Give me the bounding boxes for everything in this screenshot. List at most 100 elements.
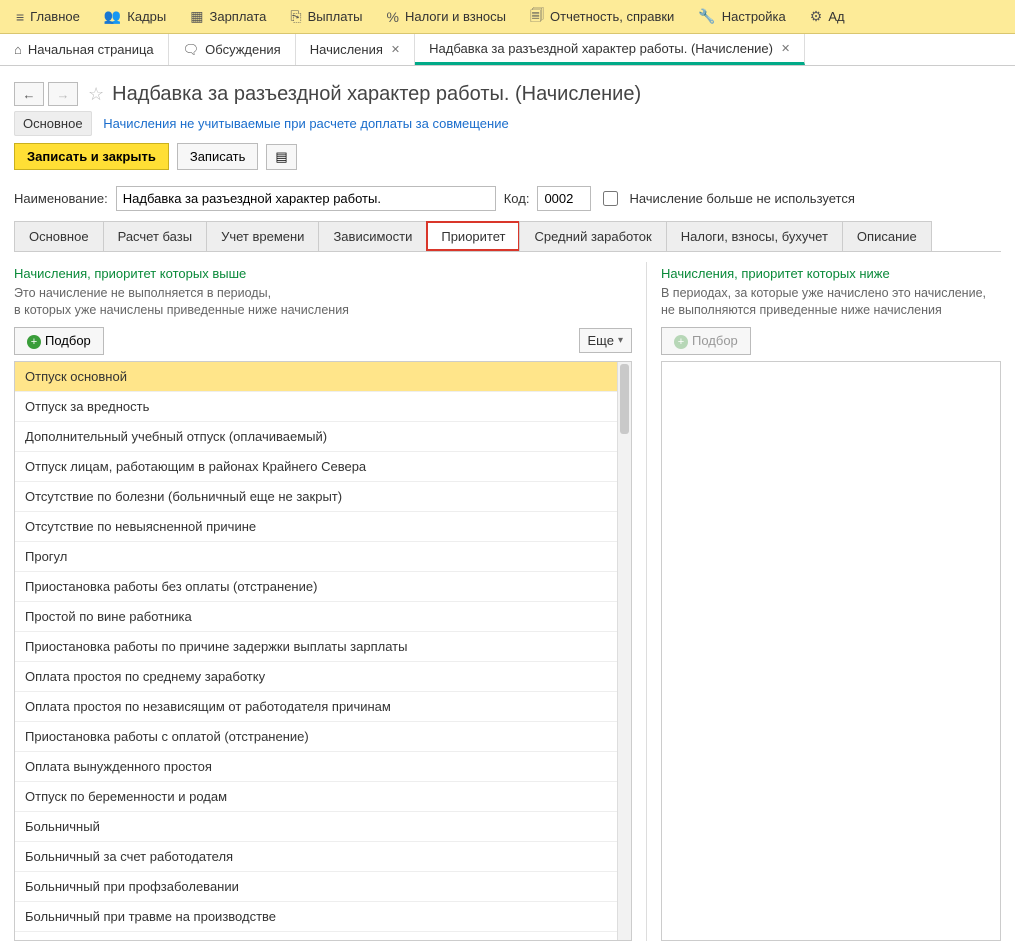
plus-icon: + (27, 335, 41, 349)
main-menu: ≡ Главное 👥Кадры ▦ Зарплата ⎘ Выплаты % Нало… (0, 0, 1015, 34)
itab-vremya[interactable]: Учет времени (206, 221, 319, 251)
itab-raschet[interactable]: Расчет базы (103, 221, 208, 251)
close-icon[interactable]: ✕ (391, 43, 400, 56)
sub-nav: Основное Начисления не учитываемые при р… (14, 116, 1001, 131)
tab-accruals[interactable]: Начисления✕ (296, 34, 415, 65)
more-button[interactable]: Еще▾ (579, 328, 632, 353)
menu-label: Ад (828, 9, 844, 24)
menu-label: Зарплата (209, 9, 266, 24)
lower-list (661, 361, 1001, 941)
lower-priority-panel: Начисления, приоритет которых ниже В пер… (661, 262, 1001, 941)
priority-columns: Начисления, приоритет которых выше Это н… (14, 262, 1001, 941)
pick-button-disabled[interactable]: +Подбор (661, 327, 751, 355)
list-item[interactable]: Отпуск основной (15, 362, 617, 392)
save-close-button[interactable]: Записать и закрыть (14, 143, 169, 170)
list-item[interactable]: Больничный за счет работодателя (15, 842, 617, 872)
command-bar: Записать и закрыть Записать ▤ (14, 143, 1001, 170)
menu-kadry[interactable]: 👥Кадры (92, 0, 178, 34)
menu-admin[interactable]: ⚙ Ад (798, 0, 857, 34)
report-icon: 🗐 (530, 5, 544, 29)
report-button[interactable]: ▤ (266, 144, 296, 170)
list-item[interactable]: Отсутствие по невыясненной причине (15, 512, 617, 542)
nav-back-button[interactable]: ← (14, 82, 44, 106)
document-icon: ▤ (275, 149, 287, 164)
menu-nalogi[interactable]: % Налоги и взносы (375, 0, 519, 34)
list-item[interactable]: Дополнительный учебный отпуск (оплачивае… (15, 422, 617, 452)
form-row: Наименование: Код: Начисление больше не … (14, 186, 1001, 211)
itab-osnovnoe[interactable]: Основное (14, 221, 104, 251)
tab-label: Начальная страница (28, 42, 154, 57)
calc-icon: ▦ (190, 8, 203, 25)
menu-settings[interactable]: 🔧Настройка (686, 0, 797, 34)
scrollbar[interactable] (617, 362, 631, 940)
list-item[interactable]: Больничный при травме на производстве (15, 902, 617, 932)
column-divider (646, 262, 647, 941)
tab-home[interactable]: ⌂Начальная страница (0, 34, 169, 65)
scrollbar-thumb[interactable] (620, 364, 629, 434)
list-item[interactable]: Больничный при профзаболевании (15, 872, 617, 902)
pick-button[interactable]: +Подбор (14, 327, 104, 355)
higher-sub: Это начисление не выполняется в периоды,… (14, 285, 632, 319)
list-item[interactable]: Оплата простоя по независящим от работод… (15, 692, 617, 722)
list-item[interactable]: Отпуск по беременности и родам (15, 782, 617, 812)
gear-icon: ⚙ (810, 8, 823, 25)
list-item[interactable]: Прогул (15, 542, 617, 572)
list-item[interactable]: Отпуск за вредность (15, 392, 617, 422)
close-icon[interactable]: ✕ (781, 42, 790, 55)
menu-label: Главное (30, 9, 80, 24)
list-item[interactable]: Больничный (15, 812, 617, 842)
lower-toolbar: +Подбор (661, 327, 1001, 355)
chat-icon: 🗨 (183, 42, 200, 58)
menu-label: Выплаты (308, 9, 363, 24)
page-title: Надбавка за разъездной характер работы. … (112, 83, 641, 106)
favorite-star-icon[interactable]: ☆ (88, 84, 104, 105)
higher-priority-panel: Начисления, приоритет которых выше Это н… (14, 262, 632, 941)
tab-discussions[interactable]: 🗨 Обсуждения (169, 34, 296, 65)
menu-label: Отчетность, справки (550, 9, 674, 24)
lower-title: Начисления, приоритет которых ниже (661, 266, 1001, 281)
unused-checkbox[interactable] (603, 191, 618, 206)
list-item[interactable]: Командировка (15, 932, 617, 940)
itab-sredniy[interactable]: Средний заработок (519, 221, 666, 251)
code-input[interactable] (537, 186, 591, 211)
itab-opisanie[interactable]: Описание (842, 221, 932, 251)
menu-main[interactable]: ≡ Главное (4, 0, 92, 34)
name-label: Наименование: (14, 191, 108, 206)
menu-label: Кадры (127, 9, 166, 24)
percent-icon: % (387, 9, 399, 25)
list-item[interactable]: Отпуск лицам, работающим в районах Крайн… (15, 452, 617, 482)
tab-current[interactable]: Надбавка за разъездной характер работы. … (415, 34, 805, 65)
subnav-main[interactable]: Основное (14, 111, 92, 136)
subnav-link[interactable]: Начисления не учитываемые при расчете до… (103, 116, 509, 131)
list-item[interactable]: Приостановка работы по причине задержки … (15, 632, 617, 662)
tab-label: Обсуждения (205, 42, 281, 57)
wrench-icon: 🔧 (698, 8, 715, 25)
itab-nalogi[interactable]: Налоги, взносы, бухучет (666, 221, 843, 251)
payout-icon: ⎘ (290, 8, 301, 25)
unused-label: Начисление больше не используется (629, 191, 854, 206)
higher-toolbar: +Подбор Еще▾ (14, 327, 632, 355)
code-label: Код: (504, 191, 530, 206)
page-body: ← → ☆ Надбавка за разъездной характер ра… (0, 66, 1015, 951)
menu-label: Налоги и взносы (405, 9, 506, 24)
menu-vyplaty[interactable]: ⎘ Выплаты (278, 0, 374, 34)
list-item[interactable]: Оплата вынужденного простоя (15, 752, 617, 782)
list-item[interactable]: Простой по вине работника (15, 602, 617, 632)
chevron-down-icon: ▾ (618, 335, 623, 346)
menu-reports[interactable]: 🗐 Отчетность, справки (518, 0, 686, 34)
itab-prioritet[interactable]: Приоритет (426, 221, 520, 251)
save-button[interactable]: Записать (177, 143, 259, 170)
itab-zavisimosti[interactable]: Зависимости (318, 221, 427, 251)
list-rows: Отпуск основной Отпуск за вредность Допо… (15, 362, 617, 940)
menu-icon: ≡ (16, 9, 24, 25)
list-item[interactable]: Приостановка работы с оплатой (отстранен… (15, 722, 617, 752)
inner-tabs: Основное Расчет базы Учет времени Зависи… (14, 221, 1001, 252)
higher-title: Начисления, приоритет которых выше (14, 266, 632, 281)
list-item[interactable]: Приостановка работы без оплаты (отстране… (15, 572, 617, 602)
list-item[interactable]: Отсутствие по болезни (больничный еще не… (15, 482, 617, 512)
list-rows (662, 362, 986, 940)
menu-zarplata[interactable]: ▦ Зарплата (178, 0, 278, 34)
list-item[interactable]: Оплата простоя по среднему заработку (15, 662, 617, 692)
name-input[interactable] (116, 186, 496, 211)
nav-forward-button[interactable]: → (48, 82, 78, 106)
